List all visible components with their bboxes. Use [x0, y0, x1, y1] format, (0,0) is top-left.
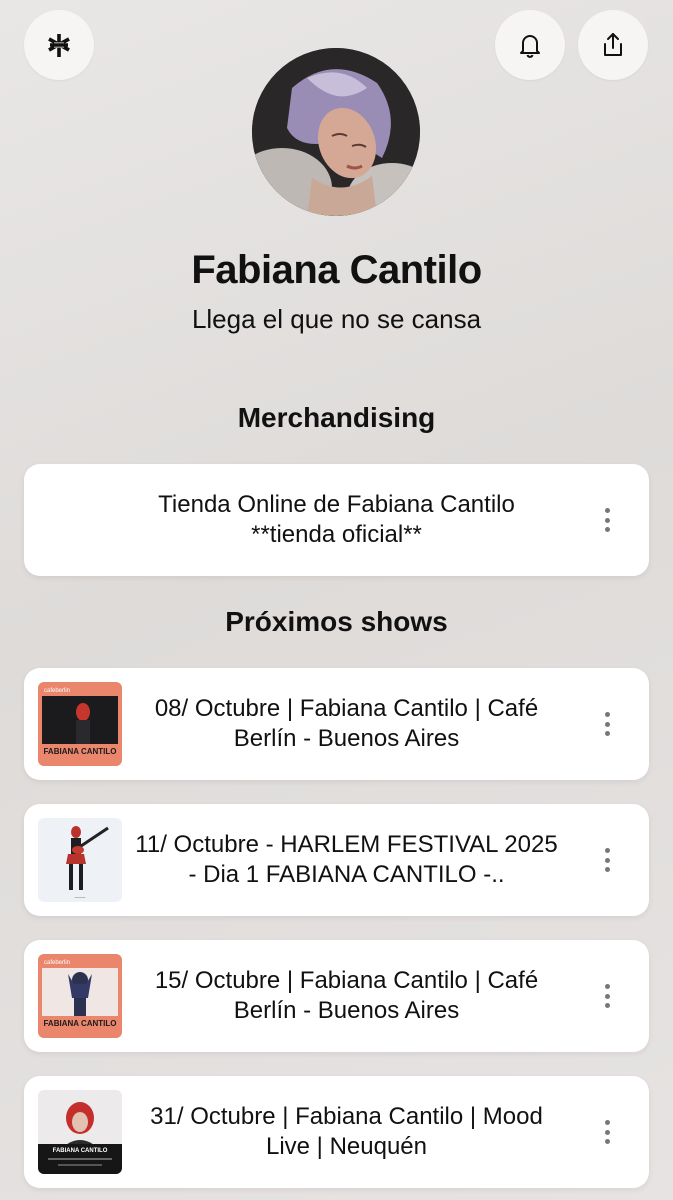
- link-label: 08/ Octubre | Fabiana Cantilo | Café Ber…: [154, 695, 539, 752]
- more-vertical-icon[interactable]: [595, 508, 619, 532]
- bell-icon: [520, 35, 540, 58]
- link-card-show[interactable]: FABIANA CANTILO 31/ Octubre | Fabiana Ca…: [24, 1076, 649, 1188]
- link-label: 15/ Octubre | Fabiana Cantilo | Café Ber…: [154, 967, 539, 1024]
- mood-live-poster-thumbnail: FABIANA CANTILO: [38, 1090, 122, 1174]
- share-icon: [604, 33, 622, 56]
- more-vertical-icon[interactable]: [595, 1120, 619, 1144]
- profile-avatar: [252, 48, 420, 216]
- linktree-logo-button[interactable]: [24, 10, 94, 80]
- more-vertical-icon[interactable]: [595, 712, 619, 736]
- link-card-show[interactable]: ~~~~ 11/ Octubre - HARLEM FESTIVAL 2025 …: [24, 804, 649, 916]
- svg-text:cafeberlin: cafeberlin: [44, 960, 70, 966]
- linktree-asterisk-icon: [48, 34, 70, 57]
- link-card-merch[interactable]: Tienda Online de Fabiana Cantilo **tiend…: [24, 464, 649, 576]
- link-label: 11/ Octubre - HARLEM FESTIVAL 2025 - Dia…: [135, 831, 558, 888]
- cafe-berlin-poster-thumbnail: cafeberlin FABIANA CANTILO: [38, 682, 122, 766]
- more-vertical-icon[interactable]: [595, 984, 619, 1008]
- share-button[interactable]: [578, 10, 648, 80]
- section-title-merchandising: Merchandising: [237, 402, 436, 433]
- section-title-shows: Próximos shows: [225, 606, 448, 637]
- poster-text: FABIANA CANTILO: [53, 1148, 108, 1154]
- link-card-show[interactable]: cafeberlin FABIANA CANTILO 15/ Octubre |…: [24, 940, 649, 1052]
- profile-name: Fabiana Cantilo: [191, 248, 482, 292]
- poster-text: FABIANA CANTILO: [43, 1019, 116, 1028]
- guitar-performer-thumbnail: ~~~~: [38, 818, 122, 902]
- subscribe-bell-button[interactable]: [495, 10, 565, 80]
- link-label: 31/ Octubre | Fabiana Cantilo | Mood Liv…: [150, 1103, 543, 1160]
- link-card-show[interactable]: cafeberlin FABIANA CANTILO 08/ Octubre |…: [24, 668, 649, 780]
- poster-text: FABIANA CANTILO: [43, 747, 116, 756]
- svg-text:~~~~: ~~~~: [75, 896, 86, 901]
- more-vertical-icon[interactable]: [595, 848, 619, 872]
- link-label: Tienda Online de Fabiana Cantilo **tiend…: [158, 491, 515, 548]
- cafe-berlin-poster-thumbnail: cafeberlin FABIANA CANTILO: [38, 954, 122, 1038]
- svg-text:cafeberlin: cafeberlin: [44, 688, 70, 694]
- profile-bio: Llega el que no se cansa: [191, 304, 482, 334]
